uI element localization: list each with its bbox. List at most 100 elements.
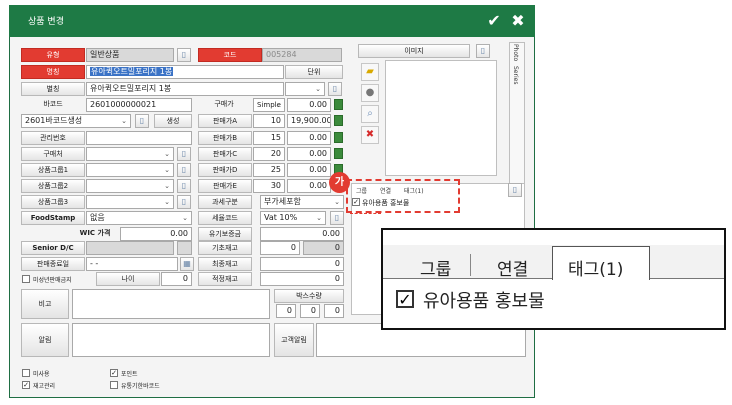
minor-ban-label: 미성년판매금지	[33, 277, 72, 284]
calc-icon[interactable]	[334, 99, 343, 110]
price-c-input[interactable]: 0.00	[287, 147, 331, 161]
price-a-qty[interactable]: 10	[253, 114, 285, 128]
unit-button[interactable]: 단위	[285, 65, 343, 79]
calc-icon[interactable]	[334, 115, 343, 126]
chevron-down-icon: ⌄	[164, 166, 170, 174]
price-b-label: 판매가B	[198, 131, 252, 145]
price-a-label: 판매가A	[198, 114, 252, 128]
barcode-input[interactable]: 2601000000021	[86, 98, 192, 112]
price-c-qty[interactable]: 20	[253, 147, 285, 161]
purchase-price-input[interactable]: 0.00	[287, 98, 331, 112]
vendor-page-icon[interactable]: ▯	[177, 147, 191, 161]
tax-select[interactable]: 부가세포함 ⌄	[260, 195, 344, 209]
box-qty-a[interactable]: 0	[276, 304, 296, 318]
box-qty-c[interactable]: 0	[324, 304, 344, 318]
price-b-qty[interactable]: 15	[253, 131, 285, 145]
age-input[interactable]: 0	[161, 272, 192, 286]
stock-mgmt-checkbox[interactable]: ✓	[22, 381, 30, 389]
vendor-select[interactable]: ⌄	[86, 147, 174, 161]
alias-page-icon[interactable]: ▯	[328, 82, 342, 96]
price-d-input[interactable]: 0.00	[287, 163, 331, 177]
foodstamp-select[interactable]: 없음 ⌄	[86, 211, 192, 225]
callout-badge: 가	[329, 172, 350, 193]
minor-ban-checkbox[interactable]	[22, 275, 30, 283]
code-field[interactable]: 005284	[262, 48, 342, 62]
barcode-page-icon[interactable]: ▯	[135, 114, 149, 128]
wholesale-label: 유기보증금	[198, 227, 252, 241]
search-icon[interactable]: ⌕	[361, 105, 379, 123]
zoom-tab-group[interactable]: 그룹	[420, 255, 451, 280]
confirm-icon[interactable]: ✔	[486, 13, 502, 29]
expire-barcode-label: 유통기한바코드	[121, 383, 160, 390]
save-disk-icon[interactable]: ●	[361, 84, 379, 102]
tax-code-value: Vat 10%	[264, 213, 298, 222]
tab-photo[interactable]: Photo	[512, 44, 519, 61]
group1-select[interactable]: ⌄	[86, 163, 174, 177]
price-e-qty[interactable]: 30	[253, 179, 285, 193]
image-page-icon[interactable]: ▯	[476, 44, 490, 58]
price-a-input[interactable]: 19,900.00	[287, 114, 331, 128]
name-label: 명칭	[21, 65, 85, 79]
chevron-down-icon: ⌄	[275, 101, 281, 109]
group2-select[interactable]: ⌄	[86, 179, 174, 193]
zoom-tab-link[interactable]: 연결	[497, 255, 528, 280]
group1-page-icon[interactable]: ▯	[177, 163, 191, 177]
point-checkbox[interactable]: ✓	[110, 369, 118, 377]
delete-icon[interactable]: ✖	[361, 126, 379, 144]
tag-page-icon[interactable]: ▯	[508, 183, 522, 197]
tax-code-page-icon[interactable]: ▯	[330, 211, 344, 225]
price-b-input[interactable]: 0.00	[287, 131, 331, 145]
alias-input[interactable]: 유아퀵오트밀포리지 1봉	[86, 82, 284, 96]
code-label: 코드	[198, 48, 262, 62]
price-d-qty[interactable]: 25	[253, 163, 285, 177]
unused-checkbox[interactable]	[22, 369, 30, 377]
name-input-text: 유아퀵오트밀포리지 1봉	[90, 67, 174, 76]
type-field[interactable]: 일반상품	[86, 48, 174, 62]
proper-stock-label: 적정재고	[198, 272, 252, 286]
folder-open-icon[interactable]: ▰	[361, 63, 379, 81]
zoom-tab-tag[interactable]: 태그(1)	[568, 255, 623, 280]
mgmt-no-input[interactable]	[86, 131, 192, 145]
alias-select[interactable]: ⌄	[285, 82, 325, 96]
group3-label: 상품그룹3	[21, 195, 85, 209]
group3-page-icon[interactable]: ▯	[177, 195, 191, 209]
price-e-input[interactable]: 0.00	[287, 179, 331, 193]
tax-label: 과세구분	[198, 195, 252, 209]
chevron-down-icon: ⌄	[315, 85, 321, 93]
chevron-down-icon: ⌄	[164, 182, 170, 190]
final-stock-input[interactable]: 0	[260, 257, 344, 271]
final-stock-label: 최종재고	[198, 257, 252, 271]
close-icon[interactable]: ✖	[510, 13, 526, 29]
note-label: 비고	[21, 289, 69, 319]
name-input[interactable]: 유아퀵오트밀포리지 1봉	[86, 65, 284, 79]
base-stock-input[interactable]: 0	[260, 241, 300, 255]
create-button[interactable]: 생성	[154, 114, 192, 128]
type-page-icon[interactable]: ▯	[177, 48, 191, 62]
wic-input[interactable]: 0.00	[120, 227, 192, 241]
window-title: 상품 변경	[28, 17, 64, 27]
tax-code-label: 세율코드	[198, 211, 252, 225]
barcode-type-select[interactable]: 2601바코드생성 ⌄	[21, 114, 131, 128]
purchase-mode-select[interactable]: Simple ⌄	[253, 98, 285, 112]
tax-code-select[interactable]: Vat 10% ⌄	[260, 211, 326, 225]
barcode-label: 바코드	[43, 100, 63, 108]
tab-series[interactable]: Series	[512, 66, 519, 84]
chevron-down-icon: ⌄	[121, 117, 127, 125]
wholesale-input[interactable]: 0.00	[260, 227, 344, 241]
group2-page-icon[interactable]: ▯	[177, 179, 191, 193]
proper-stock-input[interactable]: 0	[260, 272, 344, 286]
group3-select[interactable]: ⌄	[86, 195, 174, 209]
alarm-textarea[interactable]	[72, 323, 270, 357]
image-box[interactable]	[385, 60, 497, 176]
title-bar	[9, 5, 535, 37]
note-textarea[interactable]	[72, 289, 270, 319]
box-qty-b[interactable]: 0	[300, 304, 320, 318]
calc-icon[interactable]	[334, 148, 343, 159]
calendar-icon[interactable]: ▦	[180, 257, 194, 271]
zoom-tag-checkbox[interactable]: ✓	[396, 290, 414, 308]
expire-barcode-checkbox[interactable]	[110, 381, 118, 389]
sale-end-input[interactable]: - -	[86, 257, 178, 271]
senior-select[interactable]	[86, 241, 174, 255]
calc-icon[interactable]	[334, 132, 343, 143]
chevron-down-icon: ⌄	[334, 198, 340, 206]
